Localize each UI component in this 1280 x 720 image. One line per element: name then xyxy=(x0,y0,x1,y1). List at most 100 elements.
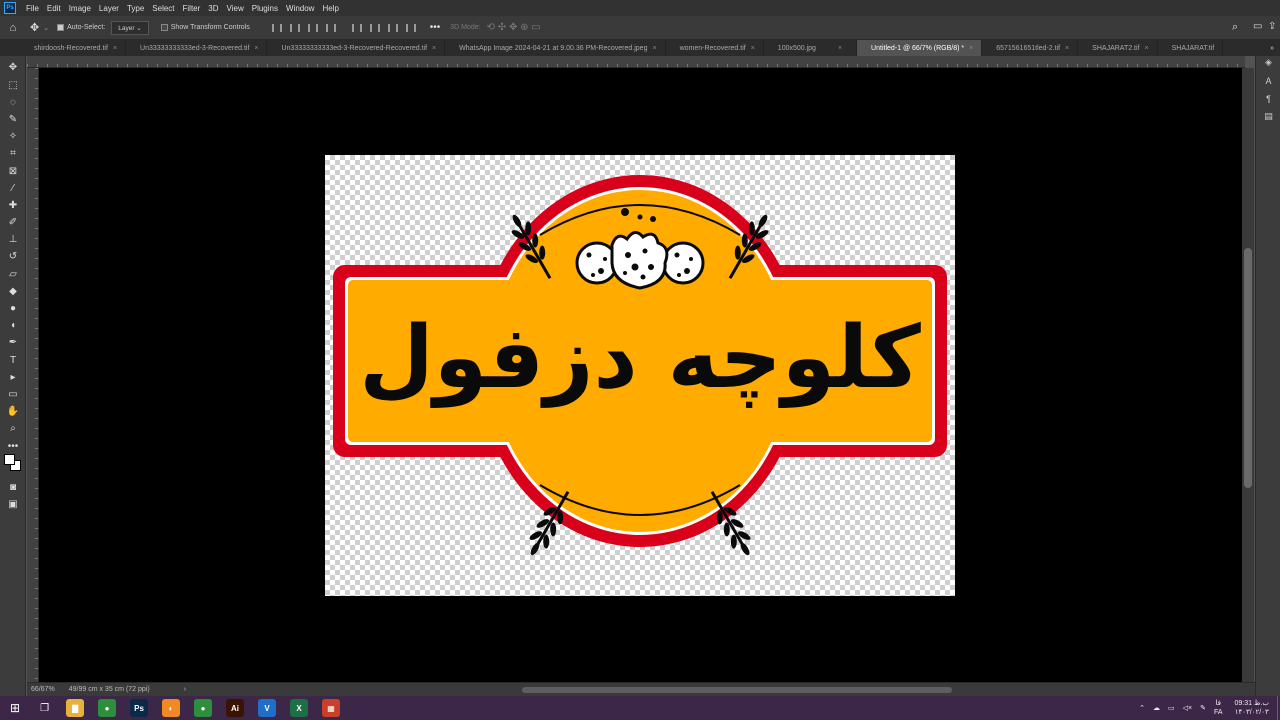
rectangle-tool-icon[interactable]: ▭ xyxy=(6,387,20,401)
menu-type[interactable]: Type xyxy=(123,4,148,13)
menu-image[interactable]: Image xyxy=(65,4,95,13)
tab-untitled-1[interactable]: Untitled-1 @ 66/7% (RGB/8) * × xyxy=(857,40,983,56)
color-swatches[interactable] xyxy=(4,454,22,472)
frame-tool-icon[interactable]: ⊠ xyxy=(6,164,20,178)
tab-close-icon[interactable]: × xyxy=(1065,45,1069,52)
paint-bucket-tool-icon[interactable]: ◆ xyxy=(6,284,20,298)
character-panel-icon[interactable]: A xyxy=(1262,74,1275,87)
align-left-icon[interactable] xyxy=(271,23,282,32)
workspace-icon[interactable]: ▭ xyxy=(1253,21,1262,32)
taskbar-app-excel-icon[interactable]: X xyxy=(290,699,309,717)
pen-icon[interactable]: ✎ xyxy=(1200,704,1206,712)
tab-shajarat2[interactable]: SHAJARAT2.tif × xyxy=(1078,40,1158,56)
hand-tool-icon[interactable]: ✋ xyxy=(6,404,20,418)
tab-shajarat[interactable]: SHAJARAT.tif xyxy=(1157,40,1224,56)
tool-preset-chevron-icon[interactable]: ⌄ xyxy=(43,24,49,32)
move-tool-icon[interactable]: ✥ xyxy=(6,60,20,74)
auto-select-option[interactable]: Auto-Select: xyxy=(57,24,105,31)
status-menu-icon[interactable]: › xyxy=(184,686,186,693)
taskbar-app-file-explorer-icon[interactable]: ▇ xyxy=(66,699,85,717)
pen-tool-icon[interactable]: ✒ xyxy=(6,335,20,349)
language-indicator[interactable]: فا FA xyxy=(1214,699,1223,717)
dodge-tool-icon[interactable]: ◖ xyxy=(6,318,20,332)
menu-layer[interactable]: Layer xyxy=(95,4,123,13)
taskbar-app-chrome-2-icon[interactable]: ● xyxy=(194,699,213,717)
menu-window[interactable]: Window xyxy=(282,4,318,13)
home-icon[interactable]: ⌂ xyxy=(0,22,26,34)
healing-brush-tool-icon[interactable]: ✚ xyxy=(6,198,20,212)
taskbar-app-app-grid-icon[interactable]: ▦ xyxy=(322,699,341,717)
tab-close-icon[interactable]: × xyxy=(751,45,755,52)
blur-tool-icon[interactable]: ● xyxy=(6,301,20,315)
taskbar-app-chrome-icon[interactable]: ● xyxy=(98,699,117,717)
share-icon[interactable]: ⇪ xyxy=(1268,21,1276,32)
horizontal-ruler[interactable] xyxy=(27,56,1245,68)
volume-icon[interactable]: ◁× xyxy=(1183,704,1192,712)
taskbar-app-photoshop-icon[interactable]: Ps xyxy=(130,699,149,717)
edit-toolbar-icon[interactable]: ••• xyxy=(6,439,20,453)
tab-close-icon[interactable]: × xyxy=(838,45,842,52)
menu-3d[interactable]: 3D xyxy=(204,4,222,13)
tab-close-icon[interactable]: × xyxy=(969,45,973,52)
taskbar-app-illustrator-icon[interactable]: Ai xyxy=(226,699,245,717)
menu-help[interactable]: Help xyxy=(318,4,342,13)
tab-un333-b[interactable]: Un33333333333ed-3-Recovered-Recovered.ti… xyxy=(267,40,446,56)
tab-close-icon[interactable]: × xyxy=(254,45,258,52)
magic-wand-tool-icon[interactable]: ✧ xyxy=(6,129,20,143)
tab-close-icon[interactable]: × xyxy=(1145,45,1149,52)
path-select-tool-icon[interactable]: ▸ xyxy=(6,370,20,384)
tab-close-icon[interactable]: × xyxy=(432,45,436,52)
brush-tool-icon[interactable]: ✐ xyxy=(6,215,20,229)
distribute-icon[interactable] xyxy=(351,23,362,32)
menu-view[interactable]: View xyxy=(223,4,248,13)
quick-select-tool-icon[interactable]: ✎ xyxy=(6,112,20,126)
distribute-4-icon[interactable] xyxy=(405,23,416,32)
vertical-scroll-thumb[interactable] xyxy=(1244,248,1252,488)
move-tool-icon[interactable]: ✥ xyxy=(30,21,39,34)
libraries-icon[interactable]: ▤ xyxy=(1262,110,1275,123)
tab-shirdoosh[interactable]: shirdoosh-Recovered.tif × xyxy=(0,40,127,56)
foreground-color-swatch[interactable] xyxy=(4,454,15,465)
tabs-overflow-icon[interactable]: » xyxy=(1270,40,1274,56)
transform-controls-checkbox[interactable] xyxy=(160,24,168,31)
crop-tool-icon[interactable]: ⌗ xyxy=(6,146,20,160)
tab-women[interactable]: women-Recovered.tif × xyxy=(665,40,764,56)
screen-mode-icon[interactable]: ▣ xyxy=(6,497,20,511)
history-brush-tool-icon[interactable]: ↺ xyxy=(6,249,20,263)
transform-controls-option[interactable]: Show Transform Controls xyxy=(160,24,250,31)
menu-plugins[interactable]: Plugins xyxy=(248,4,282,13)
quick-mask-icon[interactable]: ◙ xyxy=(6,480,20,494)
search-icon[interactable]: ⌕ xyxy=(1232,21,1238,34)
menu-file[interactable]: File xyxy=(22,4,43,13)
auto-select-checkbox[interactable] xyxy=(57,24,65,31)
zoom-tool-icon[interactable]: ⌕ xyxy=(6,421,20,435)
marquee-tool-icon[interactable]: ⬚ xyxy=(6,78,20,92)
taskbar-app-app-v-icon[interactable]: V xyxy=(258,699,277,717)
align-top-icon[interactable] xyxy=(325,23,336,32)
distribute-2-icon[interactable] xyxy=(369,23,380,32)
type-tool-icon[interactable]: T xyxy=(6,353,20,367)
network-icon[interactable]: ▭ xyxy=(1168,704,1175,712)
horizontal-scroll-thumb[interactable] xyxy=(522,687,952,693)
zoom-level[interactable]: 66/67% xyxy=(31,686,55,693)
tab-close-icon[interactable]: × xyxy=(652,45,656,52)
tab-100x500[interactable]: 100x500.jpg × xyxy=(763,40,858,56)
auto-select-dropdown[interactable]: Layer ⌄ xyxy=(111,20,149,35)
align-right-icon[interactable] xyxy=(307,23,318,32)
windows-start-icon[interactable]: ⊞ xyxy=(10,701,20,715)
layers-icon[interactable]: ◈ xyxy=(1262,56,1275,69)
clock[interactable]: 09:31 ب.ظ ۱۴۰۳/۰۲/۰۳ xyxy=(1235,699,1269,717)
document-canvas[interactable]: کلوچه دزفول xyxy=(325,155,955,596)
distribute-3-icon[interactable] xyxy=(387,23,398,32)
taskbar-app-app-orange-icon[interactable]: ◐ xyxy=(162,699,181,717)
tab-un333-a[interactable]: Un33333333333ed-3-Recovered.tif × xyxy=(126,40,268,56)
tab-close-icon[interactable]: × xyxy=(113,45,117,52)
menu-edit[interactable]: Edit xyxy=(43,4,65,13)
clone-stamp-tool-icon[interactable]: ⊥ xyxy=(6,232,20,246)
menu-select[interactable]: Select xyxy=(148,4,178,13)
paragraph-panel-icon[interactable]: ¶ xyxy=(1262,92,1275,105)
align-center-icon[interactable] xyxy=(289,23,300,32)
vertical-ruler[interactable] xyxy=(27,68,39,682)
vertical-scrollbar[interactable] xyxy=(1242,68,1254,682)
tab-whatsapp[interactable]: WhatsApp Image 2024-04-21 at 9.00.36 PM-… xyxy=(445,40,666,56)
